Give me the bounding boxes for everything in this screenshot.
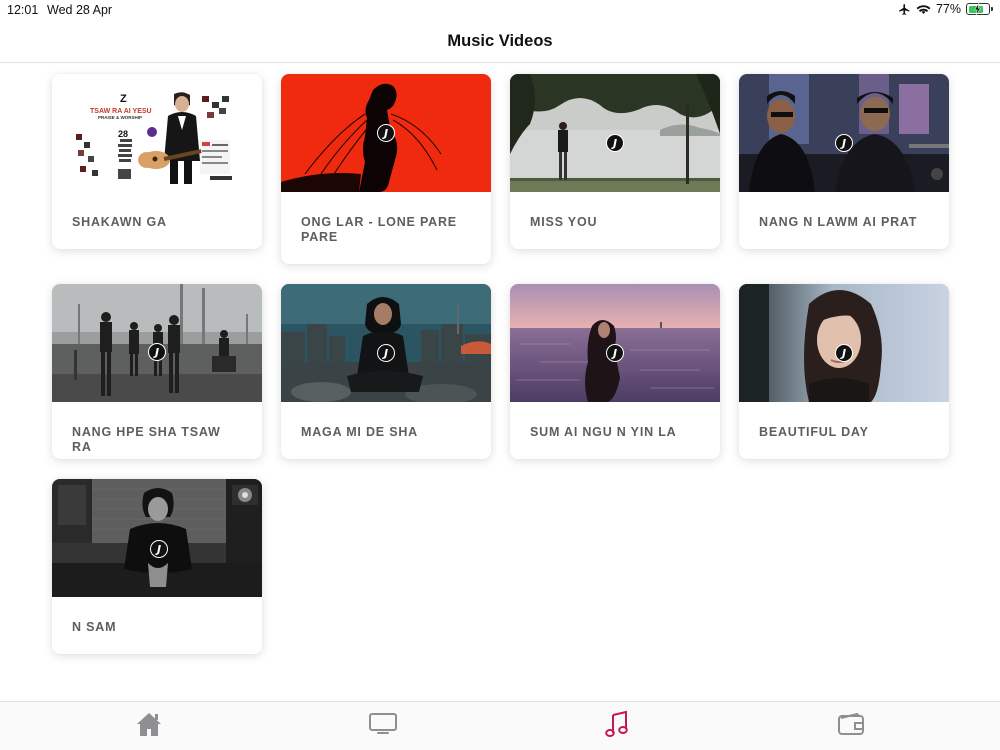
battery-percent: 77% [935, 2, 961, 16]
video-title: SHAKAWN GA [72, 215, 167, 229]
channel-logo-icon: J [377, 124, 395, 142]
tab-wallet[interactable] [831, 710, 871, 742]
video-title: MISS YOU [530, 215, 598, 229]
video-card[interactable]: J SUM AI NGU N YIN LA [510, 284, 720, 459]
video-card[interactable]: J BEAUTIFUL DAY [739, 284, 949, 459]
video-title: SUM AI NGU N YIN LA [530, 425, 677, 439]
video-title: NANG HPE SHA TSAW RA [72, 425, 221, 454]
video-title: ONG LAR - LONE PARE PARE [301, 215, 457, 244]
svg-text:Z: Z [120, 93, 127, 105]
channel-logo-icon: J [148, 343, 166, 361]
video-card[interactable]: J MISS YOU [510, 74, 720, 249]
tab-tv[interactable] [363, 710, 403, 742]
channel-logo-icon: J [835, 344, 853, 362]
battery-charging-icon [966, 3, 993, 15]
video-card[interactable]: J N SAM [52, 479, 262, 654]
channel-logo-icon: J [150, 540, 168, 558]
video-card[interactable]: J NANG HPE SHA TSAW RA [52, 284, 262, 459]
video-thumbnail: Z TSAW RA AI YESU PRAISE & WORSHIP 28 [52, 74, 262, 192]
video-card[interactable]: J MAGA MI DE SHA [281, 284, 491, 459]
video-thumbnail: J [52, 284, 262, 402]
video-title: N SAM [72, 620, 117, 634]
status-date: Wed 28 Apr [47, 3, 113, 17]
channel-logo-icon: J [606, 344, 624, 362]
svg-text:TSAW RA AI YESU: TSAW RA AI YESU [90, 108, 152, 115]
channel-logo-icon: J [377, 344, 395, 362]
airplane-icon [898, 3, 911, 16]
video-title: NANG N LAWM AI PRAT [759, 215, 918, 229]
channel-logo-icon: J [835, 134, 853, 152]
navigation-bar: Music Videos [0, 22, 1000, 63]
video-title: BEAUTIFUL DAY [759, 425, 869, 439]
status-indicators: 77% [898, 2, 993, 16]
video-card[interactable]: J ONG LAR - LONE PARE PARE [281, 74, 491, 264]
video-thumbnail: J [281, 284, 491, 402]
wifi-icon [916, 3, 931, 15]
svg-text:PRAISE & WORSHIP: PRAISE & WORSHIP [98, 115, 142, 120]
page-title: Music Videos [447, 32, 553, 50]
music-note-icon [604, 710, 630, 743]
video-thumbnail: J [739, 74, 949, 192]
video-thumbnail: J [510, 74, 720, 192]
status-bar: 12:01 Wed 28 Apr 77% [0, 0, 1000, 22]
tab-home[interactable] [129, 710, 169, 742]
tv-icon [368, 712, 398, 741]
channel-logo-icon: J [606, 134, 624, 152]
video-thumbnail: J [739, 284, 949, 402]
status-time: 12:01 [7, 3, 39, 17]
video-thumbnail: J [281, 74, 491, 192]
tab-music[interactable] [597, 710, 637, 742]
video-thumbnail: J [52, 479, 262, 597]
video-title: MAGA MI DE SHA [301, 425, 418, 439]
video-thumbnail: J [510, 284, 720, 402]
home-icon [135, 711, 163, 742]
video-card[interactable]: J NANG N LAWM AI PRAT [739, 74, 949, 249]
tab-bar [0, 701, 1000, 750]
video-card[interactable]: Z TSAW RA AI YESU PRAISE & WORSHIP 28 SH… [52, 74, 262, 249]
wallet-icon [837, 712, 865, 741]
svg-text:28: 28 [118, 129, 128, 139]
